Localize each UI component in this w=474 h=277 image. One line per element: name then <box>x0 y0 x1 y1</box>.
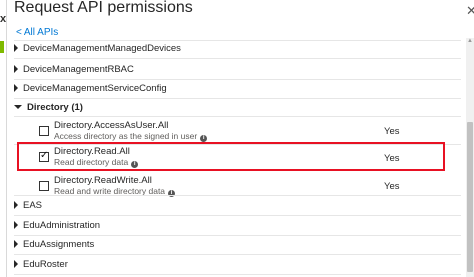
permissions-list: DeviceManagementManagedDevices DeviceMan… <box>14 38 461 277</box>
background-close-icon: x <box>0 13 7 25</box>
info-icon[interactable]: i <box>200 135 208 142</box>
expand-arrow-icon <box>14 260 18 268</box>
divider <box>14 254 461 255</box>
permission-description-text: Read directory data <box>54 157 129 167</box>
group-edu-roster[interactable]: EduRoster <box>14 259 461 270</box>
divider <box>14 58 461 59</box>
group-edu-assignments[interactable]: EduAssignments <box>14 239 461 250</box>
divider <box>14 98 461 99</box>
divider <box>14 40 461 41</box>
chevron-left-icon: < <box>16 27 22 38</box>
info-icon[interactable]: i <box>131 161 139 168</box>
scrollbar-thumb[interactable] <box>467 122 473 272</box>
page-title: Request API permissions <box>14 0 193 16</box>
permission-checkbox[interactable] <box>39 126 49 136</box>
permission-row-directory-read-all[interactable]: Directory.Read.All Read directory datai … <box>17 142 445 171</box>
group-label: EduRoster <box>23 259 68 270</box>
all-apis-label: All APIs <box>23 27 59 38</box>
all-apis-link[interactable]: < All APIs <box>16 27 58 38</box>
expand-arrow-icon <box>14 65 18 73</box>
vertical-scrollbar[interactable]: ▲ <box>466 38 474 277</box>
expand-arrow-icon <box>14 201 18 209</box>
divider <box>14 79 461 80</box>
admin-consent-value: Yes <box>384 181 400 192</box>
expand-arrow-icon <box>14 84 18 92</box>
divider <box>14 274 461 275</box>
divider <box>14 195 461 196</box>
group-device-management-rbac[interactable]: DeviceManagementRBAC <box>14 64 461 75</box>
divider <box>14 235 461 236</box>
group-label: EAS <box>23 200 43 211</box>
permission-checkbox[interactable] <box>39 150 49 162</box>
group-label: DeviceManagementManagedDevices <box>23 43 181 54</box>
group-label: EduAssignments <box>23 239 95 250</box>
permission-row-directory-accessasuser-all[interactable]: Directory.AccessAsUser.All Access direct… <box>14 118 461 144</box>
group-label: DeviceManagementServiceConfig <box>23 83 167 94</box>
group-edu-administration[interactable]: EduAdministration <box>14 220 461 231</box>
expand-arrow-icon <box>14 221 18 229</box>
admin-consent-value: Yes <box>384 153 400 164</box>
group-label: DeviceManagementRBAC <box>23 64 134 75</box>
close-icon[interactable]: ✕ <box>466 3 474 19</box>
divider <box>14 215 461 216</box>
group-label: Directory (1) <box>27 102 83 113</box>
group-directory[interactable]: Directory (1) <box>14 102 461 113</box>
expand-arrow-icon <box>14 240 18 248</box>
permission-name: Directory.Read.All <box>54 146 130 157</box>
group-device-management-service-config[interactable]: DeviceManagementServiceConfig <box>14 83 461 94</box>
permission-description-text: Access directory as the signed in user <box>54 131 198 141</box>
permission-description: Access directory as the signed in user i <box>54 131 208 142</box>
permission-name: Directory.AccessAsUser.All <box>54 120 169 131</box>
permission-name: Directory.ReadWrite.All <box>54 175 152 186</box>
group-device-management-managed-devices[interactable]: DeviceManagementManagedDevices <box>14 43 461 54</box>
background-status-icon <box>0 41 4 53</box>
divider <box>14 116 461 117</box>
permission-checkbox[interactable] <box>39 181 49 191</box>
collapse-arrow-icon <box>14 105 22 109</box>
admin-consent-value: Yes <box>384 126 400 137</box>
permission-description: Read directory data i <box>54 157 139 168</box>
expand-arrow-icon <box>14 44 18 52</box>
scroll-up-icon[interactable]: ▲ <box>466 38 474 44</box>
background-blade-edge: x <box>0 0 7 277</box>
group-eas[interactable]: EAS <box>14 200 461 211</box>
group-label: EduAdministration <box>23 220 101 231</box>
